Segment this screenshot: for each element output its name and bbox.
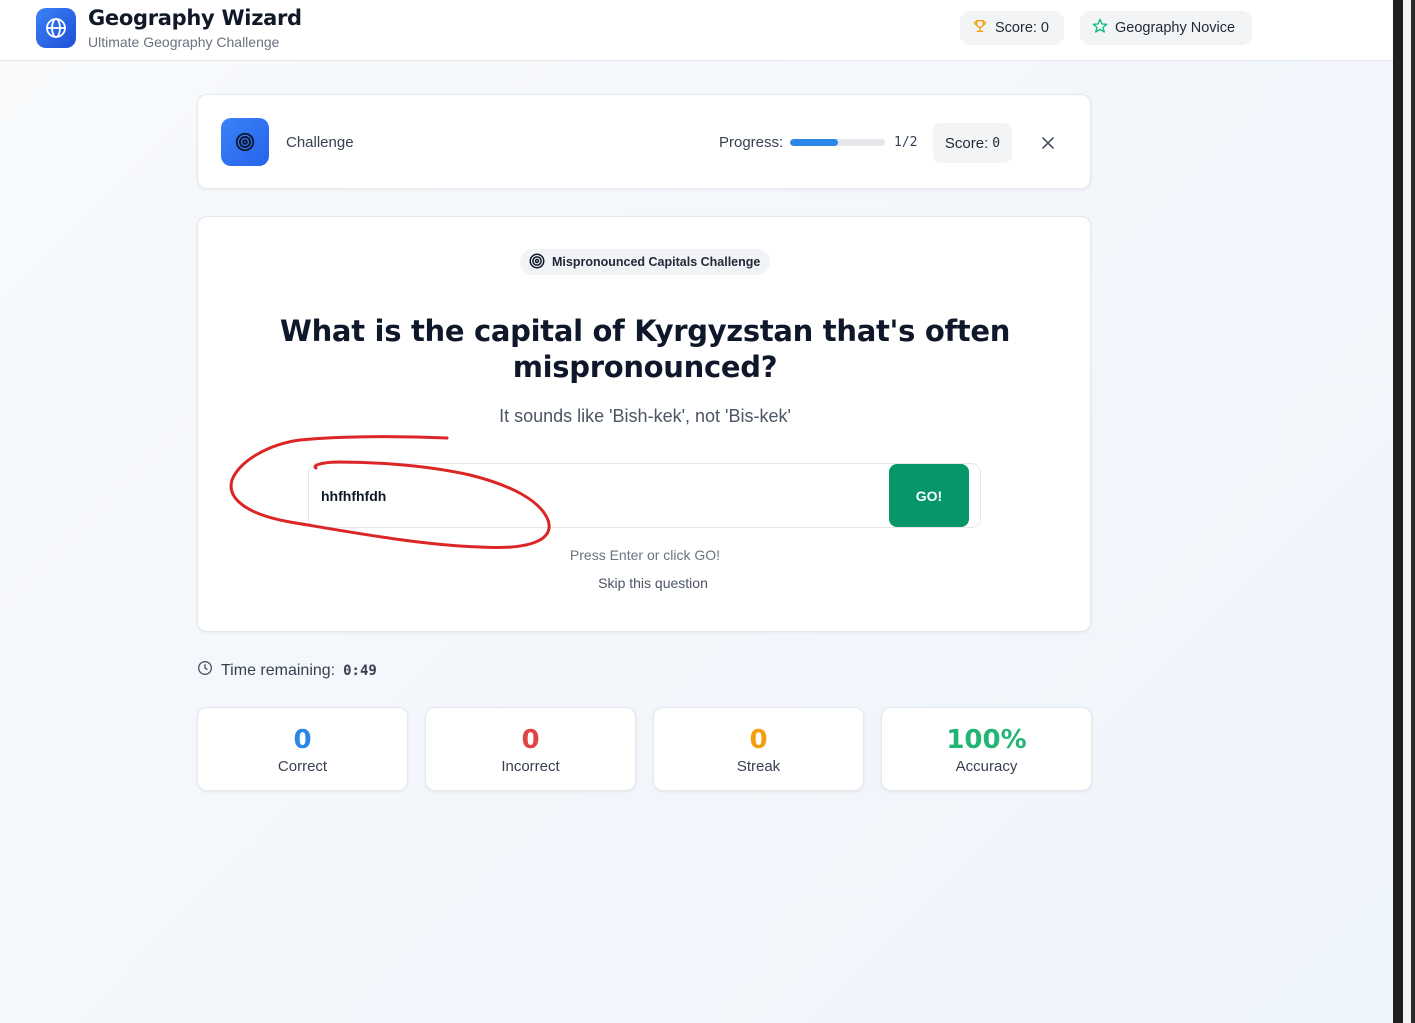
question-hint: It sounds like 'Bish-kek', not 'Bis-kek' <box>499 406 791 426</box>
star-icon <box>1092 18 1108 38</box>
timer: Time remaining: 0:49 <box>197 660 377 681</box>
globe-icon[interactable] <box>36 8 76 48</box>
challenge-label: Challenge <box>286 134 354 151</box>
window-edge <box>1393 0 1403 1023</box>
stat-incorrect: 0 Incorrect <box>425 707 636 791</box>
timer-label: Time remaining: <box>221 661 336 679</box>
challenge-score-value: 0 <box>992 135 1001 151</box>
app-header: Geography Wizard Ultimate Geography Chal… <box>0 0 1393 61</box>
question-card: Mispronounced Capitals Challenge What is… <box>197 216 1091 632</box>
challenge-bar: Challenge Progress: 1/2 Score: 0 <box>197 94 1091 189</box>
go-button[interactable]: GO! <box>889 464 969 527</box>
badge-label: Mispronounced Capitals Challenge <box>552 255 761 269</box>
stat-correct: 0 Correct <box>197 707 408 791</box>
skip-question-link[interactable]: Skip this question <box>198 575 1108 591</box>
clock-icon <box>197 660 213 681</box>
progress-count: 1/2 <box>894 135 918 150</box>
target-icon <box>528 252 546 273</box>
progress-bar-fill <box>790 139 838 146</box>
timer-value: 0:49 <box>343 662 377 679</box>
stat-accuracy: 100% Accuracy <box>881 707 1092 791</box>
stat-label: Correct <box>277 758 328 775</box>
stat-label: Incorrect <box>501 758 560 775</box>
answer-form: GO! <box>308 463 981 528</box>
question-text: What is the capital of Kyrgyzstan that's… <box>279 314 1011 384</box>
app-subtitle: Ultimate Geography Challenge <box>88 34 280 50</box>
close-icon[interactable] <box>1036 131 1060 155</box>
stat-value: 0 <box>293 725 312 755</box>
progress-label: Progress: <box>719 134 784 151</box>
stat-label: Streak <box>736 758 781 775</box>
header-score-pill: Score: 0 <box>960 11 1064 45</box>
challenge-score-label: Score: <box>944 134 989 152</box>
window-edge-outer <box>1411 0 1415 1023</box>
stat-value: 0 <box>749 725 768 755</box>
window-edge-gap <box>1403 0 1411 1023</box>
header-rank-label: Geography Novice <box>1115 20 1236 36</box>
progress-bar <box>790 139 885 146</box>
stat-streak: 0 Streak <box>653 707 864 791</box>
trophy-icon <box>972 18 988 38</box>
header-score-label: Score: 0 <box>995 20 1049 36</box>
submit-hint: Press Enter or click GO! <box>569 547 721 563</box>
stat-value: 0 <box>521 725 540 755</box>
header-rank-pill: Geography Novice <box>1080 11 1252 45</box>
answer-input[interactable] <box>321 474 881 518</box>
target-icon <box>221 118 269 166</box>
stat-value: 100% <box>946 725 1027 755</box>
challenge-type-badge: Mispronounced Capitals Challenge <box>520 249 771 275</box>
challenge-score: Score: 0 <box>933 123 1012 163</box>
stat-label: Accuracy <box>955 758 1018 775</box>
app-title: Geography Wizard <box>88 6 302 30</box>
